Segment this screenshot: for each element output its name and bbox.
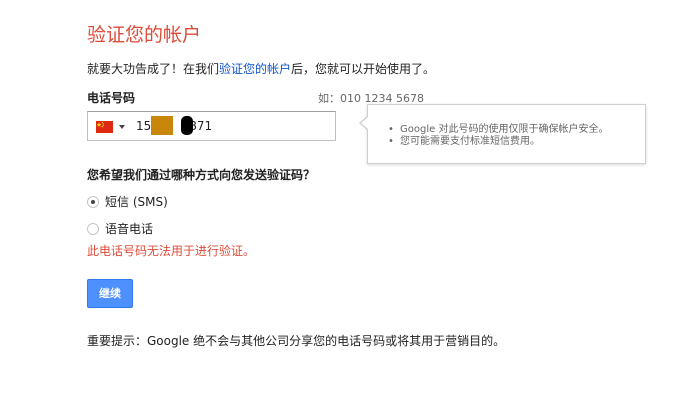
intro-text: 就要大功告成了！在我们验证您的帐户后，您就可以开始使用了。 <box>87 60 435 77</box>
country-code-dropdown[interactable] <box>96 120 125 134</box>
china-flag-icon <box>96 121 113 133</box>
radio-label-voice-call: 语音电话 <box>105 222 154 236</box>
continue-button[interactable]: 继续 <box>87 279 133 308</box>
tooltip-item: Google 对此号码的使用仅限于确保帐户安全。 <box>388 124 608 136</box>
delivery-method-question: 您希望我们通过哪种方式向您发送验证码？ <box>87 168 316 182</box>
intro-text-after: 后，您就可以开始使用了。 <box>291 62 436 76</box>
chevron-down-icon <box>119 125 125 129</box>
verify-account-link[interactable]: 验证您的帐户 <box>219 62 291 76</box>
verify-account-page: 验证您的帐户 就要大功告成了！在我们验证您的帐户后，您就可以开始使用了。 电话号… <box>0 0 684 415</box>
tooltip-arrow-inner <box>361 116 369 130</box>
phone-number-input-box: 15 871 <box>87 111 336 141</box>
radio-button-checked[interactable] <box>87 195 99 208</box>
phone-info-tooltip: Google 对此号码的使用仅限于确保帐户安全。 您可能需要支付标准短信费用。 <box>359 104 646 164</box>
tooltip-item: 您可能需要支付标准短信费用。 <box>388 136 608 148</box>
radio-label-sms: 短信 (SMS) <box>105 195 168 209</box>
intro-text-before: 就要大功告成了！在我们 <box>87 62 220 76</box>
redaction-mark <box>181 116 193 135</box>
privacy-notice: 重要提示：Google 绝不会与其他公司分享您的电话号码或将其用于营销目的。 <box>87 334 506 348</box>
radio-option-sms[interactable]: 短信 (SMS) <box>87 193 168 210</box>
radio-option-voice-call[interactable]: 语音电话 <box>87 220 153 237</box>
phone-number-label: 电话号码 <box>87 91 136 105</box>
radio-button-unchecked[interactable] <box>87 222 99 235</box>
page-title: 验证您的帐户 <box>87 24 202 46</box>
error-message: 此电话号码无法用于进行验证。 <box>87 244 256 258</box>
redaction-mark <box>151 116 173 135</box>
phone-value-prefix: 15 <box>136 119 152 133</box>
tooltip-list: Google 对此号码的使用仅限于确保帐户安全。 您可能需要支付标准短信费用。 <box>388 124 608 148</box>
